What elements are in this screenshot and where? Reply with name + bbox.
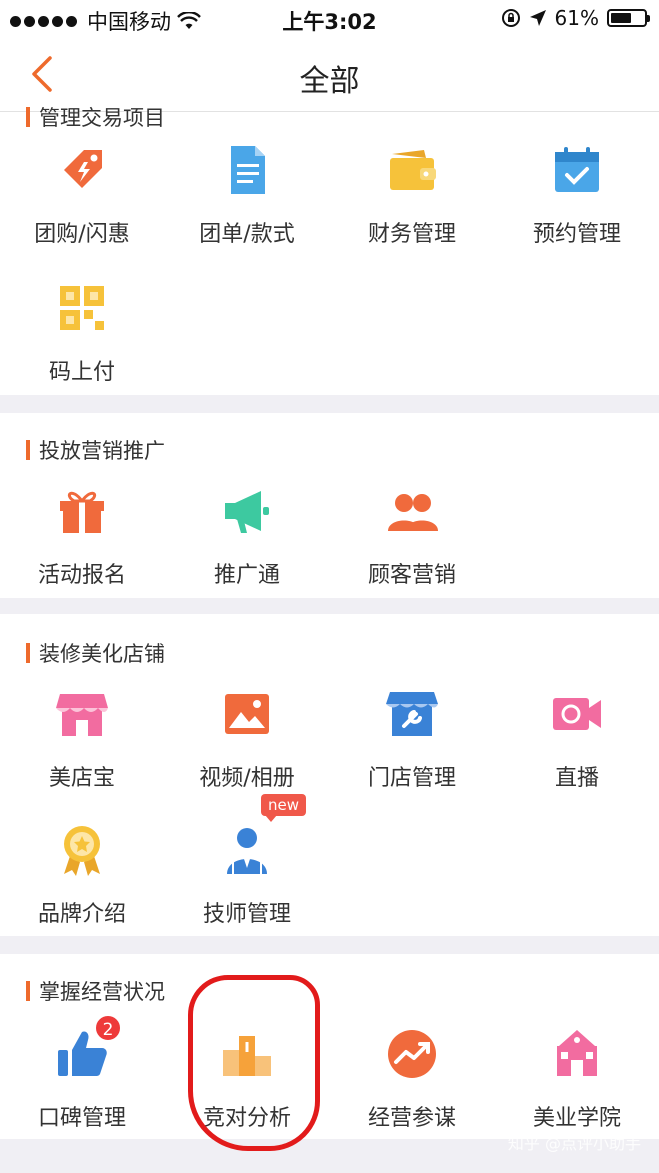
grid-item-document[interactable]: 团单/款式 xyxy=(165,142,329,248)
grid-item-label: 门店管理 xyxy=(367,766,456,791)
grid-item-megaphone[interactable]: 推广通 xyxy=(165,483,329,589)
notification-badge: 2 xyxy=(94,1014,122,1042)
grid-item-calendar[interactable]: 预约管理 xyxy=(495,142,659,248)
grid-item-qrcode[interactable]: 码上付 xyxy=(0,280,164,386)
watermark: 知乎 @点评小助手 xyxy=(507,1134,641,1153)
section-3: 装修美化店铺美店宝 视频/相册 门店管理 直播品牌介绍 new 技师管理 xyxy=(0,614,659,936)
grid-item-label: 技师管理 xyxy=(202,902,291,927)
grid-item-image[interactable]: 视频/相册 xyxy=(165,686,329,792)
grid-item-label: 团单/款式 xyxy=(199,222,295,247)
grid-item-technician[interactable]: new 技师管理 xyxy=(165,794,329,928)
gift-icon xyxy=(54,483,110,539)
section-2: 投放营销推广活动报名 推广通 顾客营销 xyxy=(0,413,659,598)
grid-item-label: 团购/闪惠 xyxy=(34,222,130,247)
grid-item-trend[interactable]: 经营参谋 xyxy=(330,1026,494,1132)
grid-item-thumbs-up[interactable]: 2 口碑管理 xyxy=(0,1014,164,1132)
grid-item-award-medal[interactable]: 品牌介绍 xyxy=(0,822,164,928)
tag-icon xyxy=(54,142,110,198)
grid-item-store-tools[interactable]: 门店管理 xyxy=(330,686,494,792)
grid-item-label: 经营参谋 xyxy=(367,1106,456,1131)
grid-item-video-camera[interactable]: 直播 xyxy=(495,686,659,792)
video-camera-icon xyxy=(549,686,605,742)
location-arrow-icon xyxy=(529,10,546,26)
academy-icon xyxy=(549,1026,605,1082)
award-medal-icon xyxy=(54,822,110,878)
section-title: 装修美化店铺 xyxy=(26,638,165,668)
grid-item-label: 顾客营销 xyxy=(367,563,456,588)
image-icon xyxy=(219,686,275,742)
shop-icon xyxy=(54,686,110,742)
megaphone-icon xyxy=(219,483,275,539)
store-tools-icon xyxy=(384,686,440,742)
rotation-lock-icon xyxy=(501,9,520,27)
battery-percent: 61% xyxy=(554,6,599,30)
calendar-icon xyxy=(549,142,605,198)
grid-item-label: 视频/相册 xyxy=(199,766,295,791)
section-title: 掌握经营状况 xyxy=(26,976,165,1006)
users-icon xyxy=(384,483,440,539)
grid-item-academy[interactable]: 美业学院 xyxy=(495,1026,659,1132)
grid-item-label: 码上付 xyxy=(48,360,115,385)
section-title: 管理交易项目 xyxy=(26,102,165,132)
grid-item-label: 直播 xyxy=(554,766,599,791)
battery-icon xyxy=(607,9,650,27)
grid-item-label: 财务管理 xyxy=(367,222,456,247)
new-tag: new xyxy=(261,794,307,822)
battery-fill xyxy=(611,13,631,23)
grid-item-shop[interactable]: 美店宝 xyxy=(0,686,164,792)
wallet-icon xyxy=(384,142,440,198)
trend-icon xyxy=(384,1026,440,1082)
thumbs-up-icon: 2 xyxy=(54,1014,122,1082)
grid-item-label: 活动报名 xyxy=(37,563,126,588)
status-bar: 中国移动 上午3:02 61% xyxy=(0,0,659,40)
grid-item-label: 推广通 xyxy=(213,563,280,588)
grid-item-label: 品牌介绍 xyxy=(37,902,126,927)
section-1: 管理交易项目 团购/闪惠 团单/款式 财务管理 预约管理 码上付 xyxy=(0,106,659,395)
grid-item-gift[interactable]: 活动报名 xyxy=(0,483,164,589)
grid-item-wallet[interactable]: 财务管理 xyxy=(330,142,494,248)
qrcode-icon xyxy=(54,280,110,336)
section-4: 掌握经营状况 2 口碑管理 竞对分析 经营参谋 美业学院 xyxy=(0,954,659,1139)
document-icon xyxy=(219,142,275,198)
section-title: 投放营销推广 xyxy=(26,435,165,465)
technician-icon: new xyxy=(219,794,307,878)
grid-item-users[interactable]: 顾客营销 xyxy=(330,483,494,589)
status-right: 61% xyxy=(501,6,650,30)
hand-drawn-circle xyxy=(188,975,320,1151)
page-title: 全部 xyxy=(299,64,360,99)
grid-item-label: 口碑管理 xyxy=(37,1106,126,1131)
grid-item-label: 美店宝 xyxy=(48,766,115,791)
grid-item-label: 美业学院 xyxy=(532,1106,621,1131)
grid-item-label: 预约管理 xyxy=(532,222,621,247)
grid-item-tag[interactable]: 团购/闪惠 xyxy=(0,142,164,248)
